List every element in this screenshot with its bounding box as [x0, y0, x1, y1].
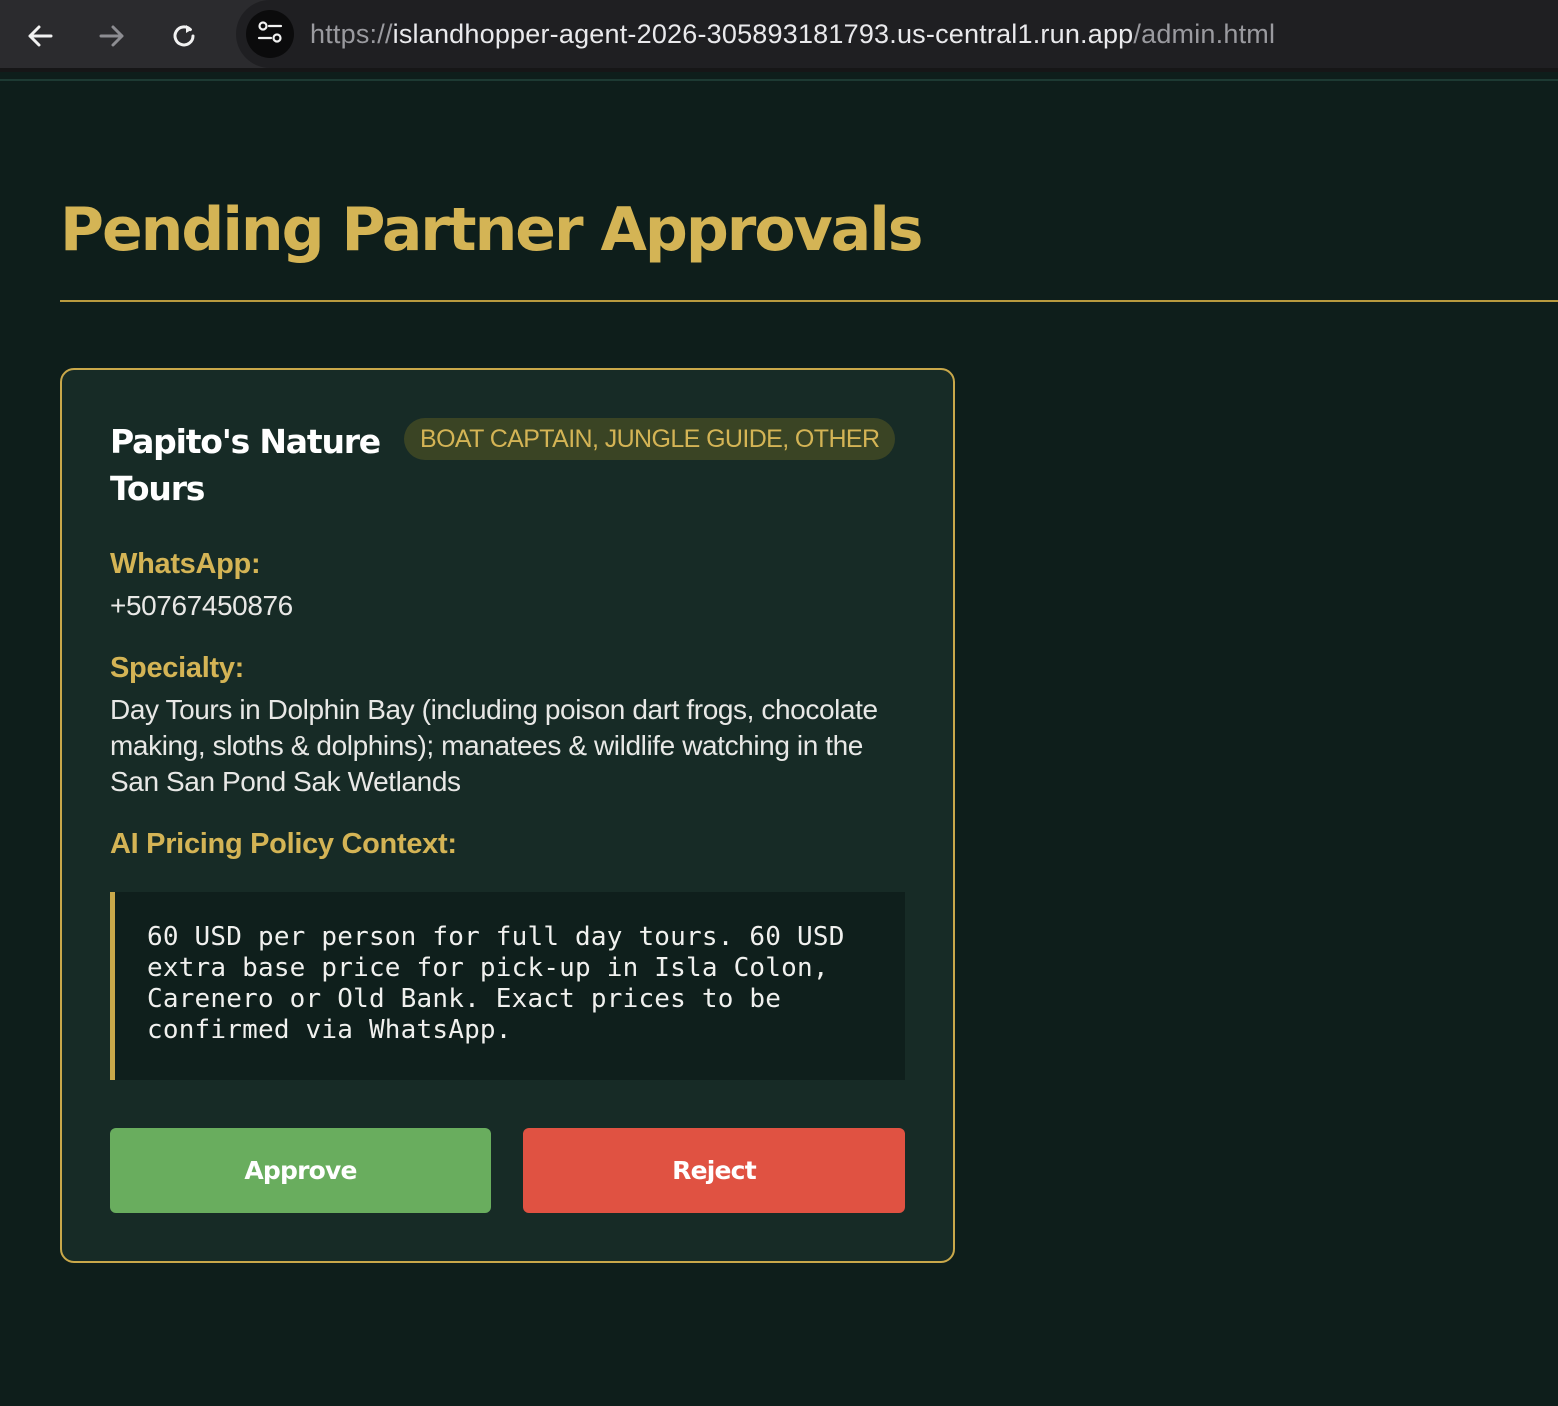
title-divider	[60, 300, 1558, 302]
partner-name: Papito's Nature Tours	[110, 422, 381, 508]
page-title: Pending Partner Approvals	[60, 195, 923, 265]
url-text[interactable]: https://islandhopper-agent-2026-30589318…	[310, 16, 1275, 52]
specialty-value: Day Tours in Dolphin Bay (including pois…	[110, 694, 878, 797]
url-host: islandhopper-agent-2026-305893181793.us-…	[392, 19, 1134, 49]
tune-icon	[256, 18, 284, 50]
policy-label: AI Pricing Policy Context:	[110, 828, 457, 860]
approve-button[interactable]: Approve	[110, 1128, 491, 1213]
toolbar-divider	[0, 79, 1558, 81]
policy-block: 60 USD per person for full day tours. 60…	[110, 892, 905, 1080]
partner-card: Papito's Nature Tours BOAT CAPTAIN, JUNG…	[60, 368, 955, 1263]
partner-roles-badge: BOAT CAPTAIN, JUNGLE GUIDE, OTHER	[404, 418, 896, 460]
reject-button[interactable]: Reject	[523, 1128, 905, 1213]
forward-button[interactable]	[92, 16, 132, 56]
arrow-left-icon	[25, 21, 55, 51]
reload-button[interactable]	[164, 16, 204, 56]
url-path: /admin.html	[1133, 19, 1276, 49]
browser-toolbar: https://islandhopper-agent-2026-30589318…	[0, 0, 1558, 72]
address-bar[interactable]: https://islandhopper-agent-2026-30589318…	[236, 0, 1558, 68]
whatsapp-value: +50767450876	[110, 590, 293, 621]
url-scheme: https://	[310, 19, 393, 49]
site-info-button[interactable]	[246, 10, 294, 58]
arrow-right-icon	[97, 21, 127, 51]
reload-icon	[169, 21, 199, 51]
back-button[interactable]	[20, 16, 60, 56]
specialty-label: Specialty:	[110, 652, 244, 684]
policy-text: 60 USD per person for full day tours. 60…	[147, 922, 861, 1045]
whatsapp-label: WhatsApp:	[110, 548, 261, 580]
